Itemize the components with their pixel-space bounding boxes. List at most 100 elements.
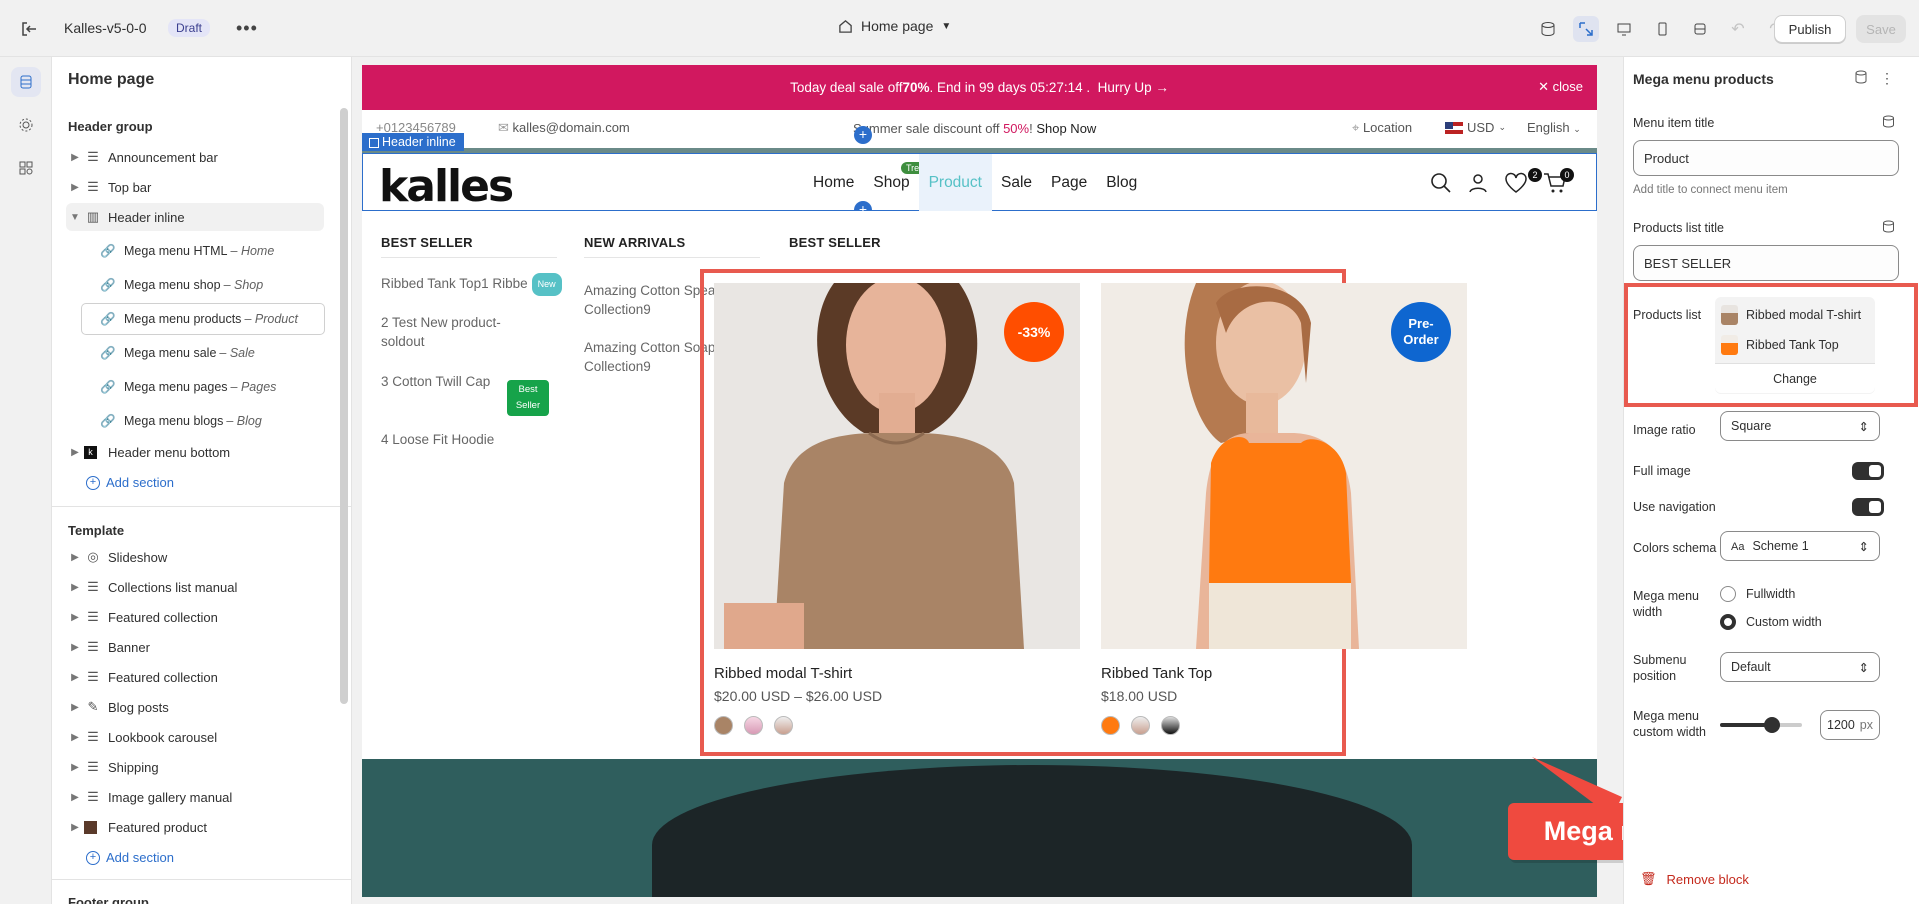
sidebar-item-collections-list[interactable]: ▶ ☰ Collections list manual [66, 573, 324, 601]
nav-blog[interactable]: Blog [1106, 174, 1137, 212]
store-logo[interactable]: kalles [379, 161, 514, 212]
inspector-icon[interactable] [1573, 16, 1599, 42]
change-products-button[interactable]: Change [1715, 363, 1875, 393]
products-list-item[interactable]: Ribbed Tank Top [1721, 335, 1839, 355]
mobile-icon[interactable] [1649, 16, 1675, 42]
wishlist-heart-icon[interactable] [1504, 172, 1528, 194]
nav-page[interactable]: Page [1051, 174, 1087, 212]
sidebar-item-banner[interactable]: ▶ ☰ Banner [66, 633, 324, 661]
sidebar-block-mega-menu-products[interactable]: 🔗 Mega menu products – Product [82, 304, 324, 334]
sidebar-item-featured-collection[interactable]: ▶ ☰ Featured collection [66, 603, 324, 631]
mega-link[interactable]: 2 Test New product-soldout [381, 313, 531, 351]
submenu-position-select[interactable]: Default ⇕ [1720, 652, 1880, 682]
color-swatch[interactable] [714, 716, 733, 735]
products-list-title-input[interactable]: BEST SELLER [1633, 245, 1899, 281]
chevron-right-icon[interactable]: ▶ [66, 762, 84, 773]
product-card[interactable]: -33% Ribbed modal T-shirt $20.00 USD – $… [714, 283, 1080, 735]
page-selector[interactable]: Home page ▼ [838, 18, 951, 34]
product-name[interactable]: Ribbed modal T-shirt [714, 665, 1080, 682]
chevron-right-icon[interactable]: ▶ [66, 702, 84, 713]
sidebar-item-shipping[interactable]: ▶ ☰ Shipping [66, 753, 324, 781]
sidebar-block-mega-menu-pages[interactable]: 🔗 Mega menu pages – Pages [82, 372, 324, 402]
database-icon[interactable] [1535, 16, 1561, 42]
color-swatch[interactable] [1131, 716, 1150, 735]
publish-button[interactable]: Publish [1774, 15, 1846, 43]
announcement-bar[interactable]: Today deal sale off 70%. End in 99 days … [362, 65, 1597, 110]
desktop-icon[interactable] [1611, 16, 1637, 42]
nav-shop[interactable]: Shop [873, 174, 909, 212]
undo-icon[interactable]: ↶ [1725, 16, 1751, 42]
nav-product[interactable]: Product [918, 154, 992, 212]
color-swatch[interactable] [774, 716, 793, 735]
radio-custom-width[interactable]: Custom width [1720, 614, 1822, 630]
color-swatch[interactable] [1161, 716, 1180, 735]
sidebar-item-top-bar[interactable]: ▶ ☰ Top bar [66, 173, 324, 201]
sidebar-item-featured-product[interactable]: ▶ Featured product [66, 813, 324, 841]
chevron-down-icon[interactable]: ▼ [66, 212, 84, 223]
currency-selector[interactable]: USD ⌄ [1445, 120, 1506, 135]
add-block-plus-icon[interactable]: + [854, 126, 872, 144]
exit-icon[interactable] [18, 18, 40, 40]
custom-width-slider-handle[interactable] [1764, 717, 1780, 733]
header-inline-preview[interactable]: kalles Trend Home Shop Product Sale Page… [362, 153, 1597, 212]
products-list-item[interactable]: Ribbed modal T-shirt [1721, 305, 1861, 325]
nav-sale[interactable]: Sale [1001, 174, 1032, 212]
sidebar-item-header-menu-bottom[interactable]: ▶ k Header menu bottom [66, 438, 324, 466]
database-icon[interactable] [1854, 70, 1868, 89]
menu-item-title-input[interactable]: Product [1633, 140, 1899, 176]
sections-icon[interactable] [11, 67, 41, 97]
sidebar-item-image-gallery[interactable]: ▶ ☰ Image gallery manual [66, 783, 324, 811]
search-icon[interactable] [1430, 172, 1452, 194]
mega-link[interactable]: Ribbed Tank Top1 Ribbe New [381, 273, 581, 296]
apps-icon[interactable] [11, 153, 41, 183]
add-section-button[interactable]: + Add section [86, 475, 174, 490]
nav-home[interactable]: Home [813, 174, 854, 212]
sidebar-item-header-inline[interactable]: ▼ ▥ Header inline [66, 203, 324, 231]
product-image[interactable]: Pre-Order [1101, 283, 1467, 649]
sidebar-block-mega-menu-blogs[interactable]: 🔗 Mega menu blogs – Blog [82, 406, 324, 436]
sidebar-block-mega-menu-shop[interactable]: 🔗 Mega menu shop – Shop [82, 270, 324, 300]
product-image[interactable]: -33% [714, 283, 1080, 649]
announcement-close-button[interactable]: ✕ close [1538, 79, 1583, 95]
color-swatch[interactable] [744, 716, 763, 735]
more-icon[interactable]: ⋮ [1880, 70, 1894, 87]
sidebar-item-slideshow[interactable]: ▶ ◎ Slideshow [66, 543, 324, 571]
chevron-right-icon[interactable]: ▶ [66, 822, 84, 833]
settings-gear-icon[interactable] [11, 110, 41, 140]
more-icon[interactable]: ••• [236, 18, 258, 39]
fullscreen-icon[interactable] [1687, 16, 1713, 42]
chevron-right-icon[interactable]: ▶ [66, 672, 84, 683]
add-section-button-template[interactable]: + Add section [86, 850, 174, 865]
save-button[interactable]: Save [1856, 15, 1906, 43]
database-icon[interactable] [1882, 115, 1895, 133]
sidebar-item-lookbook-carousel[interactable]: ▶ ☰ Lookbook carousel [66, 723, 324, 751]
full-image-toggle[interactable] [1852, 462, 1884, 480]
account-icon[interactable] [1467, 172, 1489, 194]
language-selector[interactable]: English ⌄ [1527, 120, 1581, 135]
color-swatch[interactable] [1101, 716, 1120, 735]
remove-block-button[interactable]: 🗑 Remove block [1640, 871, 1749, 887]
mega-link[interactable]: 4 Loose Fit Hoodie [381, 430, 531, 449]
sidebar-item-announcement-bar[interactable]: ▶ ☰ Announcement bar [66, 143, 324, 171]
database-icon[interactable] [1882, 220, 1895, 238]
colors-schema-select[interactable]: Aa Scheme 1 ⇕ [1720, 531, 1880, 561]
email-link[interactable]: ✉ kalles@domain.com [498, 120, 630, 136]
sidebar-item-featured-collection-2[interactable]: ▶ ☰ Featured collection [66, 663, 324, 691]
chevron-right-icon[interactable]: ▶ [66, 552, 84, 563]
chevron-right-icon[interactable]: ▶ [66, 447, 84, 458]
sidebar-item-blog-posts[interactable]: ▶ ✎ Blog posts [66, 693, 324, 721]
chevron-right-icon[interactable]: ▶ [66, 152, 84, 163]
location-link[interactable]: ⌖ Location [1352, 120, 1412, 136]
sidebar-block-mega-menu-html[interactable]: 🔗 Mega menu HTML – Home [82, 236, 324, 266]
use-navigation-toggle[interactable] [1852, 498, 1884, 516]
sidebar-block-mega-menu-sale[interactable]: 🔗 Mega menu sale – Sale [82, 338, 324, 368]
shop-now-link[interactable]: Shop Now [1036, 121, 1096, 136]
chevron-right-icon[interactable]: ▶ [66, 642, 84, 653]
image-ratio-select[interactable]: Square ⇕ [1720, 411, 1880, 441]
chevron-right-icon[interactable]: ▶ [66, 182, 84, 193]
chevron-right-icon[interactable]: ▶ [66, 582, 84, 593]
chevron-right-icon[interactable]: ▶ [66, 612, 84, 623]
custom-width-input[interactable]: 1200 px [1820, 710, 1880, 740]
product-card[interactable]: Pre-Order Ribbed Tank Top $18.00 USD [1101, 283, 1467, 735]
chevron-right-icon[interactable]: ▶ [66, 732, 84, 743]
